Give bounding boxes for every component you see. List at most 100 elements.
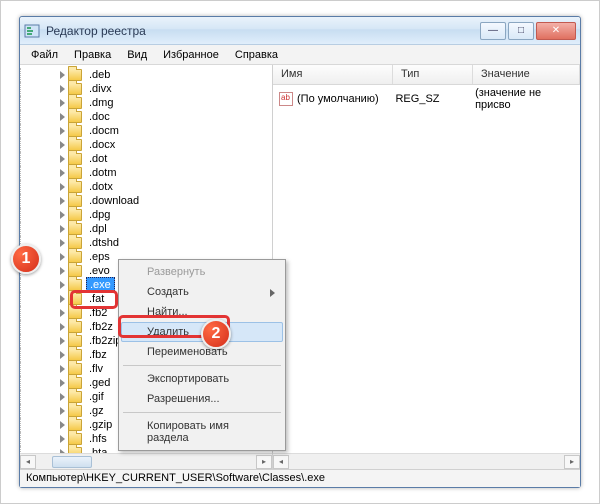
minimize-button[interactable]: — [480,22,506,40]
expand-icon[interactable] [60,85,65,93]
close-button[interactable]: ✕ [536,22,576,40]
expand-icon[interactable] [60,169,65,177]
expand-icon[interactable] [60,379,65,387]
tree-node[interactable]: .dpg [20,208,272,222]
context-menu: Развернуть Создать Найти... Удалить Пере… [118,259,286,451]
scroll-right-icon[interactable]: ▸ [256,455,272,469]
expand-icon[interactable] [60,337,65,345]
tree-node[interactable]: .docx [20,138,272,152]
tree-node-label: .dotm [86,166,120,180]
ctx-export[interactable]: Экспортировать [121,369,283,389]
value-name: (По умолчанию) [297,93,391,105]
annotation-badge-2: 2 [201,319,231,349]
window-buttons: — □ ✕ [480,22,576,40]
tree-node[interactable]: .dot [20,152,272,166]
expand-icon[interactable] [60,141,65,149]
tree-node[interactable]: .dmg [20,96,272,110]
list-hscroll[interactable]: ◂ ▸ [273,453,580,469]
tree-node[interactable]: .dtshd [20,236,272,250]
expand-icon[interactable] [60,99,65,107]
tree-node-label: .ged [86,376,113,390]
tree-node-label: .flv [86,362,106,376]
expand-icon[interactable] [60,393,65,401]
menubar: Файл Правка Вид Избранное Справка [20,45,580,65]
tree-node-label: .dot [86,152,110,166]
tree-node-label: .hfs [86,432,110,446]
annotation-badge-1: 1 [11,244,41,274]
maximize-button[interactable]: □ [508,22,534,40]
expand-icon[interactable] [60,281,65,289]
tree-node-label: .doc [86,110,113,124]
body: .deb.divx.dmg.doc.docm.docx.dot.dotm.dot… [20,65,580,469]
col-value[interactable]: Значение [473,65,580,84]
expand-icon[interactable] [60,267,65,275]
value-type: REG_SZ [395,93,471,105]
tree-node-label: .deb [86,68,113,82]
menu-help[interactable]: Справка [228,47,285,63]
string-value-icon [279,92,293,106]
scroll-left-icon[interactable]: ◂ [20,455,36,469]
expand-icon[interactable] [60,155,65,163]
expand-icon[interactable] [60,239,65,247]
ctx-separator [123,365,281,366]
scroll-right-icon[interactable]: ▸ [564,455,580,469]
app-window: Редактор реестра — □ ✕ Файл Правка Вид И… [19,16,581,488]
expand-icon[interactable] [60,253,65,261]
tree-node-label: .dpg [86,208,113,222]
tree-node-label: .docx [86,138,118,152]
menu-favorites[interactable]: Избранное [156,47,226,63]
menu-view[interactable]: Вид [120,47,154,63]
tree-node[interactable]: .docm [20,124,272,138]
expand-icon[interactable] [60,407,65,415]
tree-node[interactable]: .download [20,194,272,208]
tree-node[interactable]: .deb [20,68,272,82]
tree-hscroll[interactable]: ◂ ▸ [20,453,272,469]
ctx-expand[interactable]: Развернуть [121,262,283,282]
titlebar: Редактор реестра — □ ✕ [20,17,580,45]
expand-icon[interactable] [60,211,65,219]
menu-edit[interactable]: Правка [67,47,118,63]
ctx-rename[interactable]: Переименовать [121,342,283,362]
col-type[interactable]: Тип [393,65,473,84]
expand-icon[interactable] [60,225,65,233]
tree-node[interactable]: .divx [20,82,272,96]
scroll-thumb[interactable] [52,456,92,468]
tree-node-label: .dtshd [86,236,122,250]
expand-icon[interactable] [60,71,65,79]
col-name[interactable]: Имя [273,65,393,84]
expand-icon[interactable] [60,421,65,429]
tree-node-label: .gz [86,404,107,418]
tree-node[interactable]: .dotx [20,180,272,194]
expand-icon[interactable] [60,365,65,373]
expand-icon[interactable] [60,113,65,121]
ctx-create[interactable]: Создать [121,282,283,302]
tree-node-label: .gzip [86,418,115,432]
expand-icon[interactable] [60,323,65,331]
expand-icon[interactable] [60,309,65,317]
tree-node-label: .fb2z [86,320,116,334]
expand-icon[interactable] [60,183,65,191]
ctx-permissions[interactable]: Разрешения... [121,389,283,409]
expand-icon[interactable] [60,295,65,303]
tree-node-label: .eps [86,250,113,264]
expand-icon[interactable] [60,351,65,359]
expand-icon[interactable] [60,127,65,135]
values-pane: Имя Тип Значение (По умолчанию) REG_SZ (… [273,65,580,469]
menu-file[interactable]: Файл [24,47,65,63]
tree-node-label: .dpl [86,222,110,236]
scroll-left-icon[interactable]: ◂ [273,455,289,469]
tree-node-label: .gif [86,390,107,404]
tree-node[interactable]: .dpl [20,222,272,236]
tree-node[interactable]: .doc [20,110,272,124]
tree-node-label: .divx [86,82,115,96]
tree-node-label: .evo [86,264,113,278]
value-row[interactable]: (По умолчанию) REG_SZ (значение не присв… [273,85,580,113]
tree-node-label: .dmg [86,96,116,110]
tree-node[interactable]: .dotm [20,166,272,180]
statusbar: Компьютер\HKEY_CURRENT_USER\Software\Cla… [20,469,580,487]
annotation-box-1 [70,290,118,309]
expand-icon[interactable] [60,435,65,443]
tree-node-label: .fbz [86,348,110,362]
expand-icon[interactable] [60,197,65,205]
ctx-copykey[interactable]: Копировать имя раздела [121,416,283,448]
